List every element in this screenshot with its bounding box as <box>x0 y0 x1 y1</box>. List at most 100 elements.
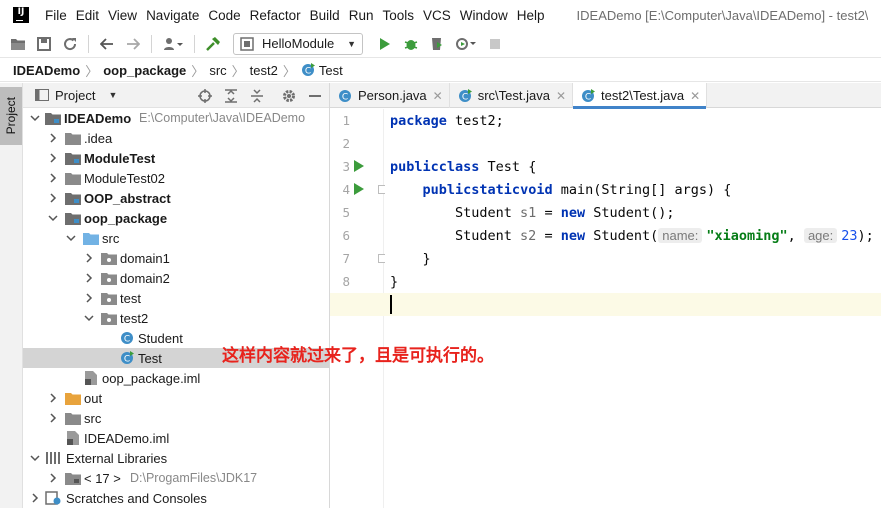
menu-refactor[interactable]: Refactor <box>250 8 301 23</box>
chevron-right-icon[interactable] <box>47 472 59 484</box>
breadcrumb-src[interactable]: src <box>209 63 226 78</box>
variable: s1 <box>520 204 537 221</box>
breadcrumb-class[interactable]: Test <box>319 63 343 78</box>
menu-help[interactable]: Help <box>517 8 545 23</box>
save-icon[interactable] <box>36 36 52 52</box>
gear-icon[interactable] <box>281 88 297 104</box>
close-icon[interactable]: ✕ <box>690 89 700 103</box>
menu-file[interactable]: File <box>45 8 67 23</box>
window-title: IDEADemo [E:\Computer\Java\IDEADemo] - t… <box>576 7 869 23</box>
close-icon[interactable]: ✕ <box>433 89 443 103</box>
tab-src-test-java[interactable]: C src\Test.java ✕ <box>450 83 574 108</box>
tab-test2-test-java[interactable]: C test2\Test.java ✕ <box>573 83 708 109</box>
back-arrow-icon[interactable] <box>99 36 115 52</box>
sync-icon[interactable] <box>62 36 78 52</box>
iml-file-icon <box>83 370 99 386</box>
chevron-right-icon[interactable] <box>29 492 41 504</box>
menu-vcs[interactable]: VCS <box>423 8 451 23</box>
breadcrumb-module[interactable]: oop_package <box>103 63 186 78</box>
project-tab-label: Project <box>4 97 18 135</box>
build-hammer-icon[interactable] <box>205 36 221 52</box>
chevron-down-icon[interactable] <box>83 312 95 324</box>
tree-item-jdk17[interactable]: < 17 > D:\ProgamFiles\JDK17 <box>23 468 329 488</box>
project-panel-title[interactable]: Project <box>55 88 95 103</box>
chevron-down-icon[interactable]: ▼ <box>108 90 117 100</box>
menu-code[interactable]: Code <box>208 8 240 23</box>
tree-item-src-root[interactable]: src <box>23 408 329 428</box>
code-line-5: Student s1 = new Student(); <box>390 201 674 224</box>
class-icon: C <box>119 330 135 346</box>
tree-item-oop-package[interactable]: oop_package <box>23 208 329 228</box>
chevron-right-icon[interactable] <box>47 392 59 404</box>
chevron-right-icon[interactable] <box>83 252 95 264</box>
code-editor[interactable]: package test2; public class Test { publi… <box>330 109 881 508</box>
chevron-right-icon[interactable] <box>83 292 95 304</box>
tree-item-idea[interactable]: .idea <box>23 128 329 148</box>
tree-item-oop-abstract[interactable]: OOP_abstract <box>23 188 329 208</box>
variable: s2 <box>520 227 537 244</box>
collapse-all-icon[interactable] <box>249 88 265 104</box>
close-icon[interactable]: ✕ <box>556 89 566 103</box>
user-icon[interactable] <box>162 36 184 52</box>
tree-item-src[interactable]: src <box>23 228 329 248</box>
tree-item-oop-package-iml[interactable]: oop_package.iml <box>23 368 329 388</box>
code-line-1: package test2; <box>390 109 504 132</box>
run-gutter-icon[interactable] <box>353 160 365 172</box>
menu-build[interactable]: Build <box>310 8 340 23</box>
run-icon[interactable] <box>377 36 393 52</box>
chevron-right-icon[interactable] <box>47 132 59 144</box>
class-runnable-icon: C <box>301 63 315 77</box>
menu-navigate[interactable]: Navigate <box>146 8 199 23</box>
keyword: new <box>560 227 586 244</box>
chevron-down-icon[interactable] <box>29 452 41 464</box>
tree-label: src <box>102 230 120 246</box>
chevron-down-icon[interactable] <box>29 112 41 124</box>
jdk-folder-icon <box>65 470 81 486</box>
menu-tools[interactable]: Tools <box>382 8 414 23</box>
project-tool-window-tab[interactable]: Project <box>0 87 22 145</box>
tree-label: domain2 <box>120 270 170 286</box>
class-runnable-icon: C <box>582 88 596 102</box>
menu-view[interactable]: View <box>108 8 137 23</box>
tree-item-moduletest[interactable]: ModuleTest <box>23 148 329 168</box>
tab-person-java[interactable]: C Person.java ✕ <box>330 83 450 108</box>
locate-target-icon[interactable] <box>197 88 213 104</box>
chevron-right-icon[interactable] <box>47 172 59 184</box>
chevron-right-icon[interactable] <box>47 152 59 164</box>
tree-item-test[interactable]: test <box>23 288 329 308</box>
tree-item-ideademo-iml[interactable]: IDEADemo.iml <box>23 428 329 448</box>
coverage-icon[interactable] <box>429 36 445 52</box>
annotation-text: 这样内容就过来了，且是可执行的。 <box>222 346 494 366</box>
run-gutter-icon[interactable] <box>353 183 365 195</box>
hide-minus-icon[interactable] <box>307 88 323 104</box>
menu-run[interactable]: Run <box>349 8 374 23</box>
chevron-right-icon[interactable] <box>47 192 59 204</box>
tree-item-ideademo[interactable]: IDEADemo E:\Computer\Java\IDEADemo <box>23 108 329 128</box>
breadcrumb: IDEADemo 〉 oop_package 〉 src 〉 test2 〉 C… <box>0 59 881 82</box>
debug-bug-icon[interactable] <box>403 36 419 52</box>
folder-open-icon[interactable] <box>10 36 26 52</box>
tree-item-domain2[interactable]: domain2 <box>23 268 329 288</box>
source-folder-icon <box>83 230 99 246</box>
chevron-right-icon[interactable] <box>83 272 95 284</box>
run-configuration-select[interactable]: HelloModule ▼ <box>233 32 363 55</box>
chevron-down-icon[interactable] <box>47 212 59 224</box>
expand-all-icon[interactable] <box>223 88 239 104</box>
chevron-right-icon[interactable] <box>47 412 59 424</box>
menu-edit[interactable]: Edit <box>76 8 99 23</box>
tree-item-out[interactable]: out <box>23 388 329 408</box>
run-config-icon <box>240 36 254 51</box>
tree-item-scratches[interactable]: Scratches and Consoles <box>23 488 329 508</box>
chevron-down-icon[interactable] <box>65 232 77 244</box>
tree-item-moduletest02[interactable]: ModuleTest02 <box>23 168 329 188</box>
menu-window[interactable]: Window <box>460 8 508 23</box>
stop-icon[interactable] <box>487 36 503 52</box>
profile-icon[interactable] <box>455 36 477 52</box>
forward-arrow-icon[interactable] <box>125 36 141 52</box>
breadcrumb-project[interactable]: IDEADemo <box>13 63 80 78</box>
tree-item-external-libraries[interactable]: External Libraries <box>23 448 329 468</box>
tree-item-test2[interactable]: test2 <box>23 308 329 328</box>
breadcrumb-package[interactable]: test2 <box>250 63 278 78</box>
tree-item-domain1[interactable]: domain1 <box>23 248 329 268</box>
